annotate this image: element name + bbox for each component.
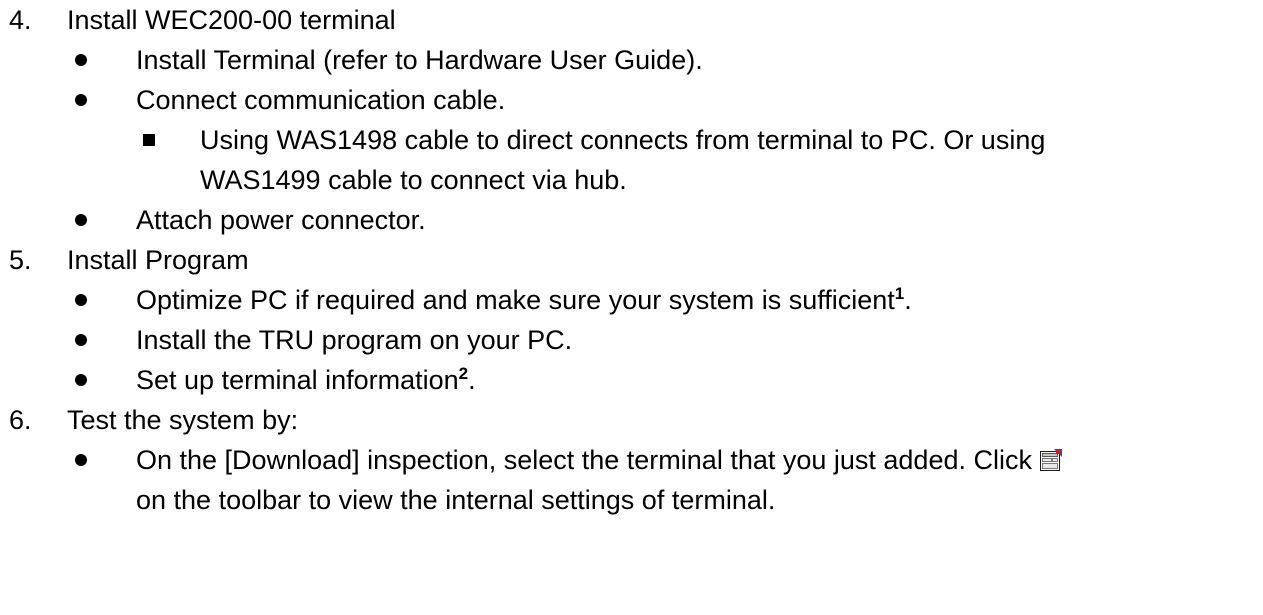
footnote-marker[interactable]: 2 xyxy=(459,364,468,383)
step-number: 5. xyxy=(9,245,32,275)
sub-list-item-text: WAS1499 cable to connect via hub. xyxy=(200,165,627,195)
bullet-dot-icon xyxy=(75,334,87,346)
bullet-dot-icon xyxy=(75,214,87,226)
list-item-trailing-punctuation: . xyxy=(468,365,476,395)
list-item-text: Install the TRU program on your PC. xyxy=(136,325,573,355)
step-title: Install WEC200-00 terminal xyxy=(67,5,396,35)
list-item-text: On the [Download] inspection, select the… xyxy=(136,440,1062,480)
list-item-text: Set up terminal information2. xyxy=(136,360,476,400)
list-item-text: Connect communication cable. xyxy=(136,85,506,115)
bullet-dot-icon xyxy=(75,294,87,306)
step-number: 4. xyxy=(9,5,32,35)
list-item-text: Optimize PC if required and make sure yo… xyxy=(136,280,912,320)
bullet-square-icon xyxy=(143,134,155,146)
list-item-main-text: Set up terminal information xyxy=(136,365,459,395)
list-item-text: Install Terminal (refer to Hardware User… xyxy=(136,45,703,75)
sub-list-item-text: Using WAS1498 cable to direct connects f… xyxy=(200,125,1046,155)
step-number: 6. xyxy=(9,405,32,435)
list-item-trailing-punctuation: . xyxy=(904,285,912,315)
bullet-dot-icon xyxy=(75,94,87,106)
step-title: Install Program xyxy=(67,245,249,275)
list-item-main-text: Optimize PC if required and make sure yo… xyxy=(136,285,895,315)
bullet-dot-icon xyxy=(75,54,87,66)
step-title: Test the system by: xyxy=(67,405,299,435)
list-item-text: on the toolbar to view the internal sett… xyxy=(136,485,776,515)
list-item-text: Attach power connector. xyxy=(136,205,426,235)
footnote-marker[interactable]: 1 xyxy=(895,284,904,303)
terminal-properties-icon xyxy=(1039,442,1062,471)
list-item-main-text: On the [Download] inspection, select the… xyxy=(136,445,1032,475)
bullet-dot-icon xyxy=(75,374,87,386)
bullet-dot-icon xyxy=(75,454,87,466)
